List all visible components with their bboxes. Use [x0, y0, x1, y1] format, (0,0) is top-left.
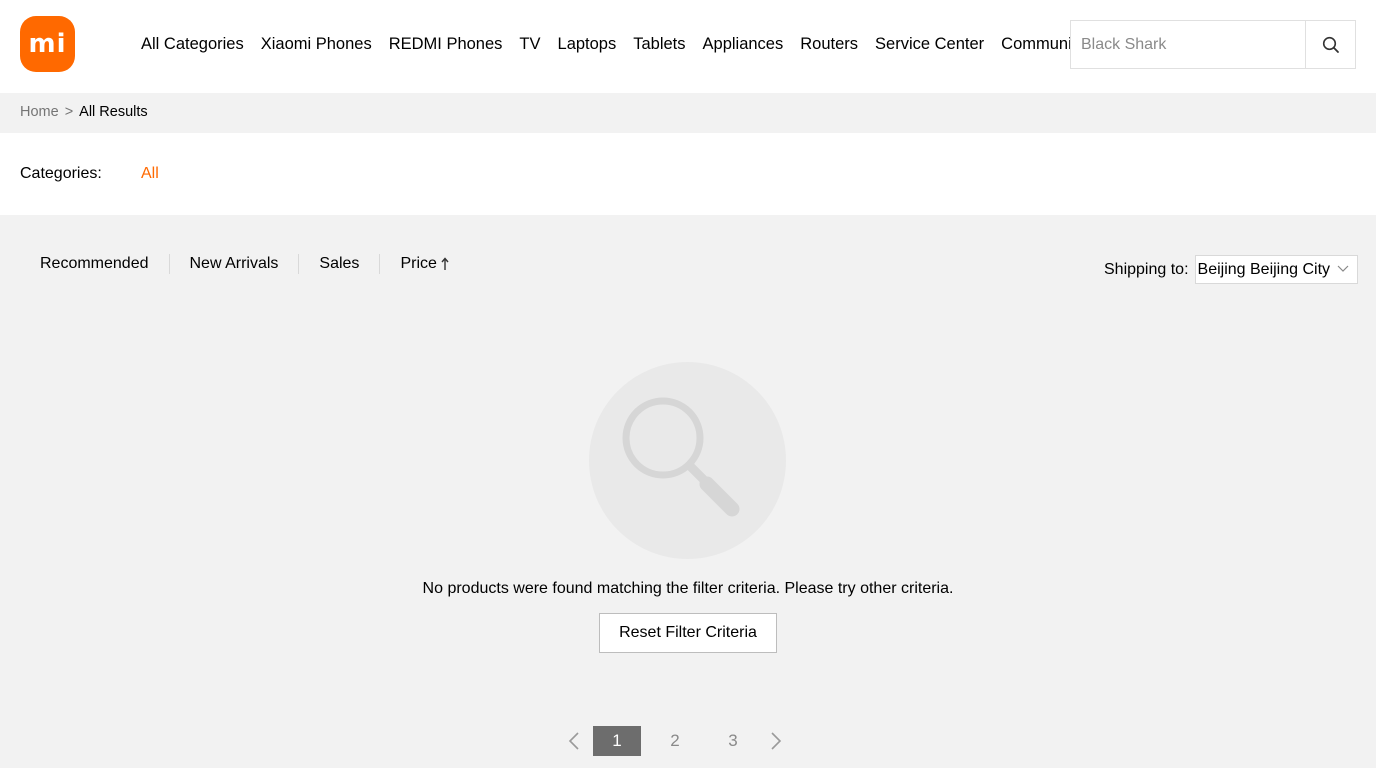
category-filter: Categories: All	[0, 133, 1376, 215]
categories-label: Categories:	[20, 165, 102, 182]
nav-appliances[interactable]: Appliances	[703, 33, 784, 55]
logo-text: mi	[28, 29, 67, 59]
shipping-dropdown[interactable]: Beijing Beijing City	[1194, 255, 1358, 284]
nav-tablets[interactable]: Tablets	[633, 33, 685, 55]
main-nav: All Categories Xiaomi Phones REDMI Phone…	[141, 33, 1102, 55]
category-all[interactable]: All	[141, 165, 159, 183]
shipping-label: Shipping to:	[1104, 260, 1189, 278]
nav-xiaomi-phones[interactable]: Xiaomi Phones	[261, 33, 372, 55]
next-page-button[interactable]	[762, 726, 790, 756]
nav-laptops[interactable]: Laptops	[558, 33, 617, 55]
page-1[interactable]: 1	[593, 726, 641, 756]
breadcrumb-current: All Results	[79, 104, 148, 120]
search-box	[1070, 20, 1356, 69]
prev-page-button[interactable]	[560, 726, 588, 756]
arrow-up-icon	[441, 257, 449, 270]
chevron-down-icon	[1337, 265, 1348, 272]
xiaomi-logo[interactable]: mi	[20, 16, 75, 72]
sort-recommended[interactable]: Recommended	[20, 254, 170, 274]
sort-sales[interactable]: Sales	[299, 254, 381, 274]
sort-bar: Recommended New Arrivals Sales Price	[20, 254, 469, 274]
reset-filter-button[interactable]: Reset Filter Criteria	[599, 613, 777, 653]
site-header: mi All Categories Xiaomi Phones REDMI Ph…	[0, 0, 1376, 93]
shipping-value: Beijing Beijing City	[1197, 260, 1331, 278]
sort-new-arrivals[interactable]: New Arrivals	[170, 254, 300, 274]
nav-redmi-phones[interactable]: REDMI Phones	[389, 33, 503, 55]
sort-price-label: Price	[400, 255, 437, 272]
page-3[interactable]: 3	[709, 726, 757, 756]
pagination: 1 2 3	[560, 726, 790, 756]
nav-tv[interactable]: TV	[519, 33, 540, 55]
sort-price[interactable]: Price	[380, 254, 468, 274]
breadcrumb-separator: >	[64, 104, 74, 120]
page-2[interactable]: 2	[651, 726, 699, 756]
nav-service-center[interactable]: Service Center	[875, 33, 984, 55]
shipping-selector: Shipping to: Beijing Beijing City	[1104, 255, 1358, 284]
search-button[interactable]	[1305, 21, 1355, 68]
chevron-right-icon	[771, 732, 782, 750]
empty-state-illustration	[589, 362, 786, 559]
nav-all-categories[interactable]: All Categories	[141, 33, 244, 55]
nav-routers[interactable]: Routers	[800, 33, 858, 55]
magnifier-icon	[622, 397, 740, 517]
breadcrumb-home[interactable]: Home	[20, 104, 59, 120]
search-icon	[1322, 36, 1339, 53]
chevron-left-icon	[568, 732, 579, 750]
empty-state-message: No products were found matching the filt…	[422, 580, 954, 597]
search-input[interactable]	[1071, 21, 1306, 68]
breadcrumb: Home > All Results	[20, 104, 148, 120]
